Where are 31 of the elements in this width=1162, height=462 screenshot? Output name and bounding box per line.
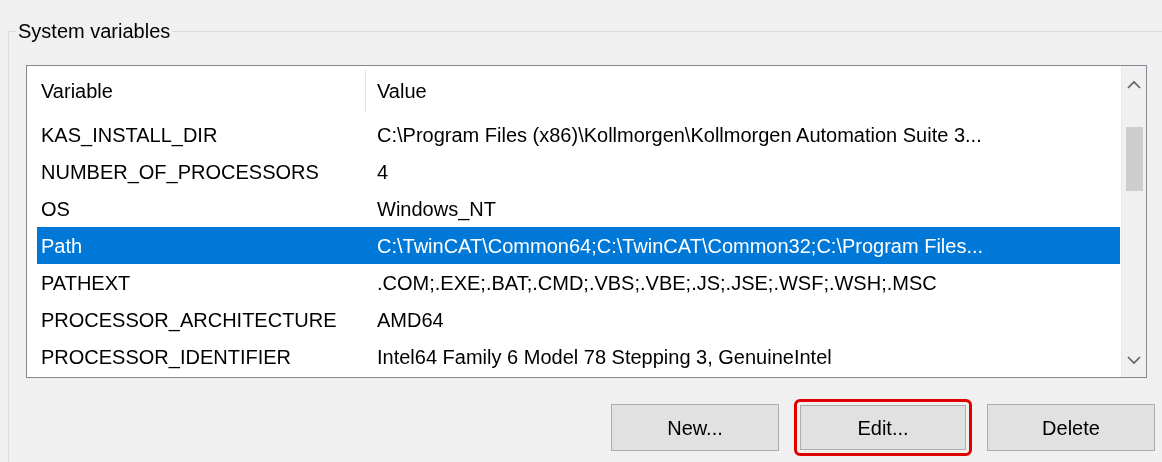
variable-cell-text: Path	[40, 233, 84, 259]
value-cell-text: Intel64 Family 6 Model 78 Stepping 3, GenuineIntel	[376, 344, 832, 370]
value-cell-text: C:\TwinCAT\Common64;C:\TwinCAT\Common32;C:\Program Files...	[376, 233, 984, 259]
scroll-up-icon[interactable]	[1127, 80, 1141, 90]
table-row[interactable]: KAS_INSTALL_DIR C:\Program Files (x86)\Kollmorgen\Kollmorgen Automation Suite 3...	[37, 116, 1120, 153]
value-cell-text: AMD64	[376, 307, 444, 333]
column-header[interactable]: Value	[366, 70, 1121, 112]
table-row[interactable]: PROCESSOR_ARCHITECTURE AMD64	[37, 301, 1120, 338]
scroll-down-icon[interactable]	[1127, 355, 1141, 365]
dialog-button[interactable]: New...	[611, 404, 779, 451]
dialog-button[interactable]: Edit...	[794, 399, 972, 456]
variable-cell-text: PROCESSOR_IDENTIFIER	[40, 344, 293, 371]
table-row[interactable]: Path C:\TwinCAT\Common64;C:\TwinCAT\Common32;C:\Program Files...	[37, 227, 1120, 264]
value-cell-text: C:\Program Files (x86)\Kollmorgen\Kollmorgen Automation Suite 3...	[376, 122, 982, 148]
variable-cell-text: NUMBER_OF_PROCESSORS	[40, 159, 320, 186]
dialog-button[interactable]: Delete	[987, 404, 1155, 451]
variable-cell-text: KAS_INSTALL_DIR	[40, 122, 219, 149]
variable-cell-text: OS	[40, 196, 71, 222]
value-cell-text: .COM;.EXE;.BAT;.CMD;.VBS;.VBE;.JS;.JSE;.WSF;.WSH;.MSC	[376, 270, 937, 296]
table-row[interactable]: PROCESSOR_IDENTIFIER Intel64 Family 6 Model 78 Stepping 3, GenuineIntel	[37, 338, 1120, 375]
value-cell-text: 4	[376, 159, 389, 185]
scrollbar-thumb[interactable]	[1125, 127, 1143, 191]
value-cell-text: Windows_NT	[376, 196, 496, 223]
group-title: System variables	[17, 19, 172, 44]
variable-cell-text: PROCESSOR_ARCHITECTURE	[40, 307, 338, 334]
table-row[interactable]: PATHEXT .COM;.EXE;.BAT;.CMD;.VBS;.VBE;.JS;.JSE;.WSF;.WSH;.MSC	[37, 264, 1120, 301]
table-row[interactable]: NUMBER_OF_PROCESSORS 4	[37, 153, 1120, 190]
table-row[interactable]: OS Windows_NT	[37, 190, 1120, 227]
column-header[interactable]: Variable	[37, 70, 366, 112]
scrollbar[interactable]	[1121, 66, 1146, 377]
variable-cell-text: PATHEXT	[40, 270, 132, 296]
